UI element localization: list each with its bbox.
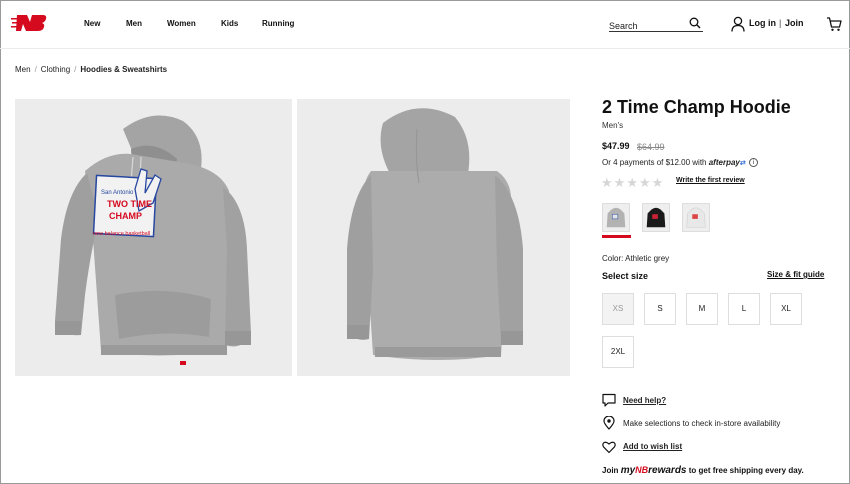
login-separator: | bbox=[779, 18, 782, 28]
star-icon: ★ bbox=[601, 176, 613, 191]
breadcrumb-clothing[interactable]: Clothing bbox=[41, 65, 70, 74]
rewards-banner: Join myNBrewards to get free shipping ev… bbox=[602, 465, 804, 476]
size-s-button[interactable]: S bbox=[644, 293, 676, 325]
sale-price: $47.99 bbox=[602, 141, 630, 151]
original-price: $64.99 bbox=[637, 142, 665, 152]
selected-swatch-indicator bbox=[602, 235, 631, 238]
product-image-back[interactable] bbox=[297, 99, 570, 376]
rewards-prefix: Join bbox=[602, 466, 619, 475]
graphic-two-time-text: TWO TIME bbox=[107, 199, 152, 209]
product-gender: Men's bbox=[602, 121, 624, 130]
swatch-athletic-grey[interactable] bbox=[602, 203, 630, 232]
wish-list-link[interactable]: Add to wish list bbox=[623, 442, 682, 451]
search-icon[interactable] bbox=[689, 17, 701, 29]
star-icon: ★ bbox=[626, 176, 638, 191]
swatch-white[interactable] bbox=[682, 203, 710, 232]
breadcrumb: Men / Clothing / Hoodies & Sweatshirts bbox=[15, 65, 167, 74]
heart-icon[interactable] bbox=[602, 440, 616, 454]
location-pin-icon bbox=[603, 416, 615, 430]
user-icon[interactable] bbox=[731, 16, 745, 32]
rewards-my-text: my bbox=[620, 465, 636, 476]
nav-women[interactable]: Women bbox=[167, 19, 196, 28]
graphic-champ-text: CHAMP bbox=[109, 211, 142, 221]
login-link[interactable]: Log in bbox=[749, 18, 776, 28]
afterpay-logo: afterpay bbox=[708, 158, 740, 167]
product-title: 2 Time Champ Hoodie bbox=[602, 97, 791, 117]
swatch-black[interactable] bbox=[642, 203, 670, 232]
size-guide-link[interactable]: Size & fit guide bbox=[767, 270, 824, 279]
search-box bbox=[609, 16, 703, 33]
color-label: Color: Athletic grey bbox=[602, 254, 670, 263]
breadcrumb-men[interactable]: Men bbox=[15, 65, 31, 74]
star-icon: ★ bbox=[613, 176, 626, 191]
new-balance-logo[interactable] bbox=[11, 13, 47, 33]
size-2xl-button[interactable]: 2XL bbox=[602, 336, 634, 368]
hoodie-front-illustration: San Antonio TWO TIME CHAMP new balance b… bbox=[55, 115, 251, 365]
nav-men[interactable]: Men bbox=[126, 19, 142, 28]
size-m-button[interactable]: M bbox=[686, 293, 718, 325]
nav-running[interactable]: Running bbox=[262, 19, 294, 28]
size-l-button[interactable]: L bbox=[728, 293, 760, 325]
cart-icon[interactable] bbox=[826, 16, 842, 32]
rewards-suffix: to get free shipping every day. bbox=[688, 466, 804, 475]
rating-stars: ★★★★★ bbox=[601, 174, 664, 191]
size-xl-button[interactable]: XL bbox=[770, 293, 802, 325]
graphic-brand-text: new balance basketball bbox=[93, 231, 150, 237]
chat-icon bbox=[602, 393, 616, 407]
afterpay-arrows-icon: ⇄ bbox=[739, 160, 746, 167]
afterpay-line: Or 4 payments of $12.00 with afterpay⇄ i bbox=[602, 158, 758, 168]
breadcrumb-separator: / bbox=[34, 65, 37, 74]
nav-new[interactable]: New bbox=[84, 19, 100, 28]
product-image-front[interactable]: San Antonio TWO TIME CHAMP new balance b… bbox=[15, 99, 292, 376]
size-label: Select size bbox=[602, 271, 649, 281]
star-icon: ★ bbox=[651, 176, 664, 191]
rewards-nb-logo-icon: NB bbox=[635, 465, 649, 475]
star-icon: ★ bbox=[638, 176, 651, 191]
afterpay-text: Or 4 payments of $12.00 with bbox=[602, 158, 707, 167]
graphic-city-text: San Antonio bbox=[101, 190, 134, 196]
search-input[interactable] bbox=[609, 19, 685, 33]
write-review-link[interactable]: Write the first review bbox=[676, 177, 745, 184]
info-icon[interactable]: i bbox=[748, 158, 758, 168]
nav-kids[interactable]: Kids bbox=[221, 19, 238, 28]
rewards-brand-text: rewards bbox=[648, 465, 687, 476]
breadcrumb-current: Hoodies & Sweatshirts bbox=[80, 65, 168, 74]
join-link[interactable]: Join bbox=[785, 18, 804, 28]
need-help-link[interactable]: Need help? bbox=[623, 396, 666, 405]
breadcrumb-separator: / bbox=[74, 65, 77, 74]
size-xs-button[interactable]: XS bbox=[602, 293, 634, 325]
site-header: New Men Women Kids Running Log in | Join bbox=[0, 0, 850, 49]
store-availability-text: Make selections to check in-store availa… bbox=[623, 419, 781, 428]
